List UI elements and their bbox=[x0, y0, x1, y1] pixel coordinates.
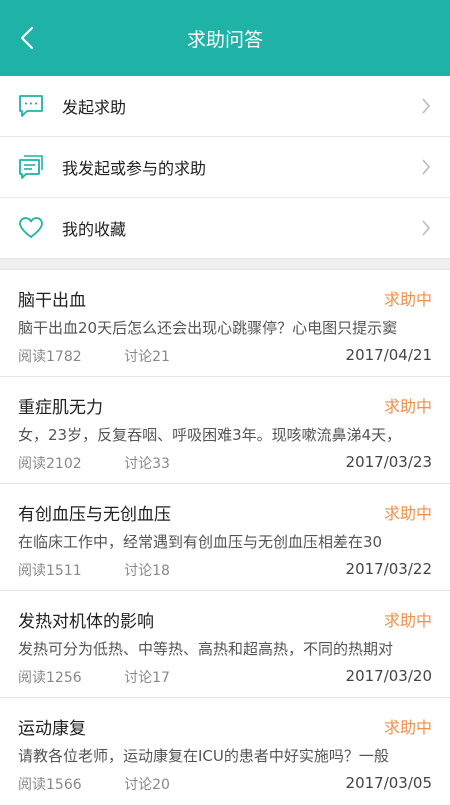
post-title: 运动康复 bbox=[18, 719, 86, 739]
post-date: 2017/04/21 bbox=[345, 346, 432, 364]
read-count: 阅读1511 bbox=[18, 563, 82, 579]
chevron-left-icon bbox=[20, 26, 34, 50]
post-meta: 阅读1256 讨论17 bbox=[18, 667, 208, 687]
chevron-right-icon bbox=[420, 97, 432, 115]
section-divider bbox=[0, 258, 450, 270]
app-header: 求助问答 bbox=[0, 0, 450, 76]
post-meta: 阅读2102 讨论33 bbox=[18, 453, 208, 473]
post-title: 重症肌无力 bbox=[18, 398, 103, 418]
status-badge: 求助中 bbox=[383, 611, 432, 630]
post-summary: 发热可分为低热、中等热、高热和超高热，不同的热期对 bbox=[18, 640, 394, 658]
list-item[interactable]: 重症肌无力 求助中 女，23岁，反复吞咽、呼吸困难3年。现咳嗽流鼻涕4天， 阅读… bbox=[0, 377, 450, 484]
comment-count: 讨论17 bbox=[124, 670, 170, 686]
post-summary: 在临床工作中，经常遇到有创血压与无创血压相差在30 bbox=[18, 533, 383, 551]
post-title: 有创血压与无创血压 bbox=[18, 505, 171, 525]
menu-item-my-help[interactable]: 我发起或参与的求助 bbox=[0, 137, 450, 198]
comment-count: 讨论21 bbox=[124, 349, 170, 365]
read-count: 阅读1782 bbox=[18, 349, 82, 365]
list-item[interactable]: 有创血压与无创血压 求助中 在临床工作中，经常遇到有创血压与无创血压相差在30 … bbox=[0, 484, 450, 591]
post-meta: 阅读1511 讨论18 bbox=[18, 560, 208, 580]
list-item[interactable]: 运动康复 求助中 请教各位老师，运动康复在ICU的患者中好实施吗？一般 阅读15… bbox=[0, 698, 450, 805]
menu-item-label: 发起求助 bbox=[62, 98, 127, 117]
back-button[interactable] bbox=[14, 24, 40, 52]
chevron-right-icon bbox=[420, 219, 432, 237]
post-summary: 脑干出血20天后怎么还会出现心跳骤停？心电图只提示窦 bbox=[18, 319, 398, 337]
menu-item-favorites[interactable]: 我的收藏 bbox=[0, 198, 450, 258]
status-badge: 求助中 bbox=[383, 290, 432, 309]
chat-bubble-icon bbox=[18, 93, 44, 119]
status-badge: 求助中 bbox=[383, 718, 432, 737]
menu-item-label: 我的收藏 bbox=[62, 220, 127, 239]
post-date: 2017/03/22 bbox=[345, 560, 432, 578]
post-summary: 女，23岁，反复吞咽、呼吸困难3年。现咳嗽流鼻涕4天， bbox=[18, 426, 402, 444]
comment-count: 讨论20 bbox=[124, 777, 170, 793]
read-count: 阅读1256 bbox=[18, 670, 82, 686]
menu-list: 发起求助 我发起或参与的求助 我的收藏 bbox=[0, 76, 450, 258]
post-date: 2017/03/05 bbox=[345, 774, 432, 792]
read-count: 阅读2102 bbox=[18, 456, 82, 472]
list-item[interactable]: 脑干出血 求助中 脑干出血20天后怎么还会出现心跳骤停？心电图只提示窦 阅读17… bbox=[0, 270, 450, 377]
menu-item-label: 我发起或参与的求助 bbox=[62, 159, 207, 178]
list-item[interactable]: 发热对机体的影响 求助中 发热可分为低热、中等热、高热和超高热，不同的热期对 阅… bbox=[0, 591, 450, 698]
help-post-list: 脑干出血 求助中 脑干出血20天后怎么还会出现心跳骤停？心电图只提示窦 阅读17… bbox=[0, 270, 450, 805]
post-date: 2017/03/20 bbox=[345, 667, 432, 685]
post-date: 2017/03/23 bbox=[345, 453, 432, 471]
status-badge: 求助中 bbox=[383, 504, 432, 523]
read-count: 阅读1566 bbox=[18, 777, 82, 793]
status-badge: 求助中 bbox=[383, 397, 432, 416]
post-meta: 阅读1566 讨论20 bbox=[18, 774, 208, 794]
menu-item-start-help[interactable]: 发起求助 bbox=[0, 76, 450, 137]
heart-icon bbox=[18, 215, 44, 241]
post-title: 脑干出血 bbox=[18, 291, 86, 311]
chevron-right-icon bbox=[420, 158, 432, 176]
post-summary: 请教各位老师，运动康复在ICU的患者中好实施吗？一般 bbox=[18, 747, 389, 765]
post-title: 发热对机体的影响 bbox=[18, 612, 154, 632]
post-meta: 阅读1782 讨论21 bbox=[18, 346, 208, 366]
message-list-icon bbox=[18, 154, 44, 180]
comment-count: 讨论33 bbox=[124, 456, 170, 472]
page-title: 求助问答 bbox=[186, 28, 263, 51]
comment-count: 讨论18 bbox=[124, 563, 170, 579]
